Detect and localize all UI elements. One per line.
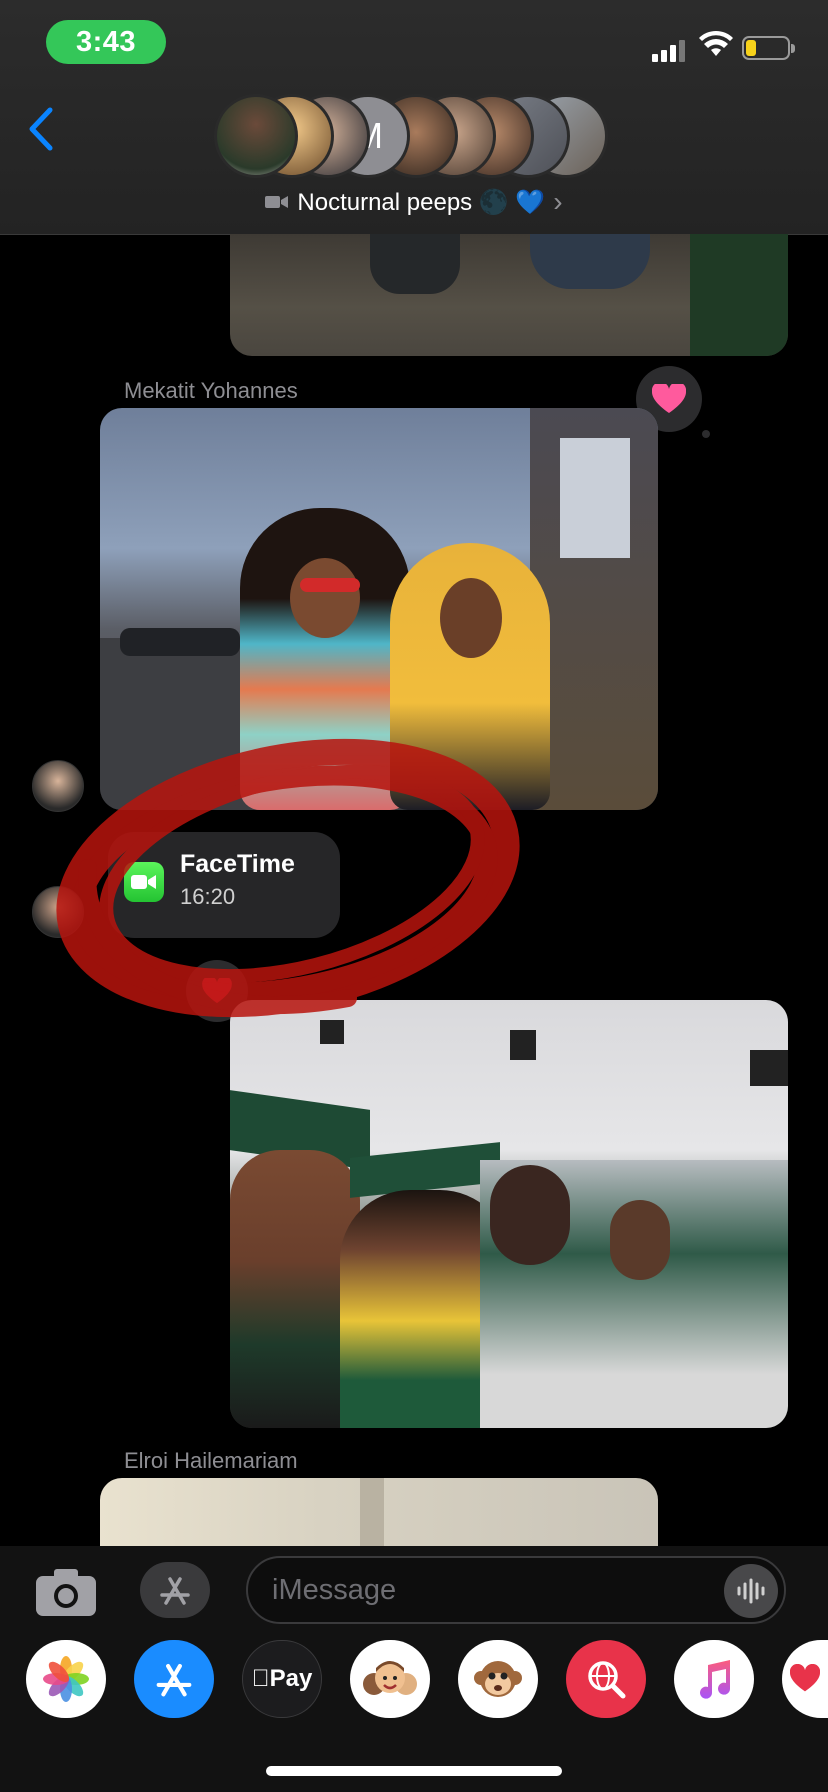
applepay-app-button[interactable]: Pay (242, 1640, 322, 1718)
back-chevron-icon[interactable] (22, 104, 62, 154)
photos-app-button[interactable] (26, 1640, 106, 1718)
status-time[interactable]: 3:43 (46, 20, 166, 64)
heart-icon (202, 978, 232, 1004)
appstore-app-button[interactable] (134, 1640, 214, 1718)
monkey-icon (474, 1661, 522, 1697)
applepay-label: Pay (252, 1665, 313, 1692)
animoji-app-button[interactable] (458, 1640, 538, 1718)
appstore-icon (160, 1577, 190, 1605)
message-placeholder: iMessage (272, 1574, 397, 1606)
group-title-row[interactable]: Nocturnal peeps 🌑 💙 › (0, 186, 828, 218)
app-drawer-button[interactable] (140, 1562, 210, 1618)
audio-message-button[interactable] (724, 1564, 778, 1618)
music-app-button[interactable] (674, 1640, 754, 1718)
photo-message[interactable] (230, 1000, 788, 1428)
facetime-icon (124, 862, 164, 902)
photo-message[interactable] (100, 408, 658, 810)
battery-icon (742, 36, 795, 60)
sender-name: Elroi Hailemariam (124, 1448, 298, 1473)
image-search-app-button[interactable] (566, 1640, 646, 1718)
app-drawer: Pay (0, 1640, 828, 1720)
home-indicator[interactable] (266, 1766, 562, 1776)
facetime-duration: 16:20 (180, 884, 236, 909)
avatar (214, 94, 298, 178)
waveform-icon (737, 1578, 765, 1604)
photo-message[interactable] (230, 234, 788, 356)
memoji-app-button[interactable] (350, 1640, 430, 1718)
tapback-tail (702, 430, 710, 438)
camera-icon[interactable] (34, 1566, 98, 1618)
group-avatars[interactable]: M (214, 94, 614, 178)
group-name: Nocturnal peeps 🌑 💙 (297, 188, 546, 216)
sender-avatar[interactable] (32, 886, 84, 938)
sender-avatar[interactable] (32, 760, 84, 812)
cellular-signal-icon (652, 36, 688, 62)
globe-search-icon (588, 1661, 626, 1699)
photo-message[interactable] (100, 1478, 658, 1546)
appstore-icon (156, 1664, 192, 1697)
chevron-right-icon: › (553, 186, 563, 217)
heart-icon (790, 1664, 820, 1692)
wifi-icon (699, 30, 733, 56)
sender-name: Mekatit Yohannes (124, 378, 298, 403)
heart-app-button[interactable] (782, 1640, 828, 1718)
photos-icon (43, 1656, 89, 1702)
video-camera-icon (265, 196, 289, 208)
memoji-icon (363, 1661, 417, 1695)
facetime-title: FaceTime (180, 850, 295, 878)
music-note-icon (700, 1660, 730, 1699)
